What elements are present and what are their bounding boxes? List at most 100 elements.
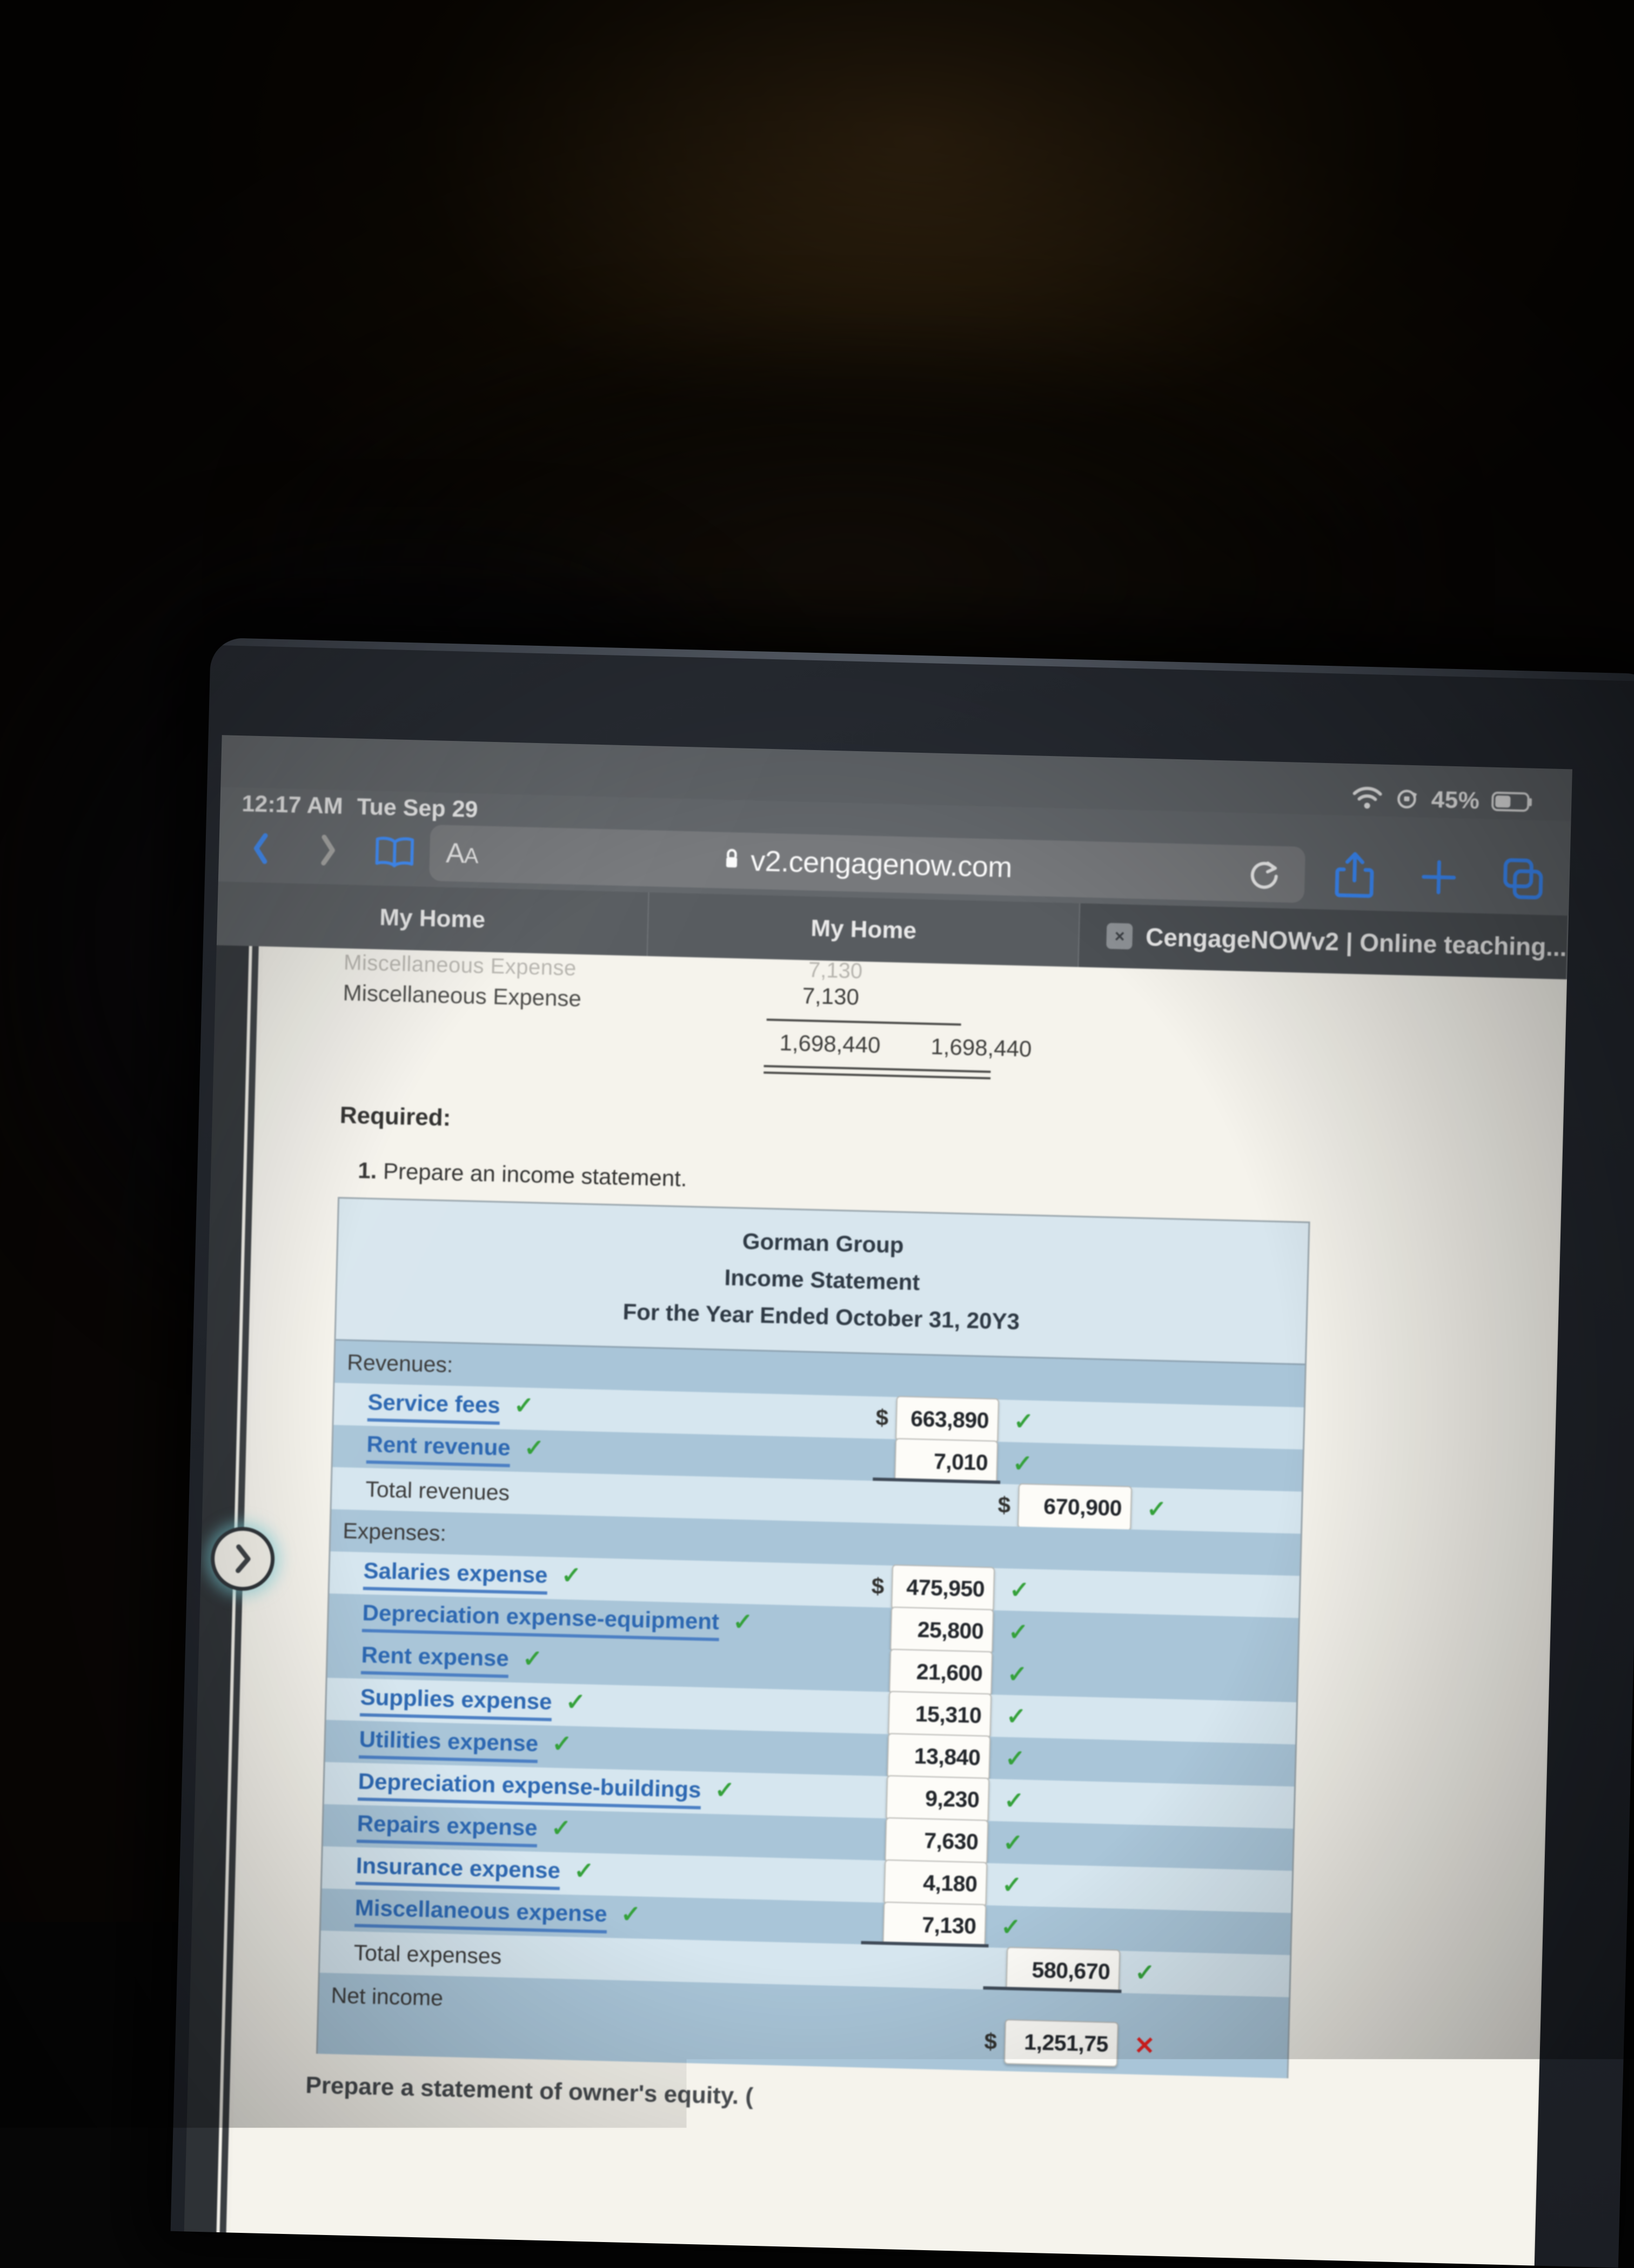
trial-balance-amount: 7,130 — [802, 983, 859, 1011]
amount-input[interactable]: 7,630 — [885, 1817, 988, 1865]
label-correct-icon: ✓ — [523, 1645, 543, 1672]
tablet-device: 45% 12:17 AM Tue Sep 29 — [171, 638, 1634, 2268]
tab-my-home-1[interactable]: My Home — [217, 881, 649, 956]
plus-icon — [1419, 857, 1459, 897]
amount-cell: $ 25,800 ✓ — [868, 1606, 1029, 1655]
amount-cell: $ 21,600 ✓ — [867, 1648, 1028, 1697]
tab-label: My Home — [811, 915, 917, 945]
clipped-amount: 7,130 — [808, 958, 862, 984]
currency-symbol: $ — [870, 1573, 885, 1600]
amount-input[interactable]: 1,251,75 — [1004, 2019, 1119, 2067]
label-correct-icon: ✓ — [551, 1815, 571, 1842]
reload-button[interactable] — [1242, 850, 1289, 898]
amount-cell: $ 670,900 ✓ — [996, 1483, 1167, 1532]
account-link-insurance-expense[interactable]: Insurance expense — [356, 1852, 561, 1890]
reload-icon — [1248, 856, 1283, 892]
text-size-button[interactable]: AA — [446, 837, 479, 869]
tab-label: My Home — [379, 904, 486, 934]
clock-date-block: 12:17 AM Tue Sep 29 — [242, 791, 478, 823]
trial-balance-total-credit: 1,698,440 — [930, 1034, 1032, 1062]
lock-icon — [722, 847, 741, 874]
battery-icon — [1491, 791, 1534, 813]
amount-cell: $ 1,251,75 ✕ — [982, 2019, 1156, 2068]
amount-cell: $ 15,310 ✓ — [866, 1690, 1027, 1739]
value-correct-icon: ✓ — [1005, 1744, 1026, 1772]
amount-input[interactable]: 21,600 — [889, 1649, 993, 1696]
new-tab-button[interactable] — [1412, 851, 1465, 904]
chevron-right-icon — [319, 834, 336, 866]
text-size-small-a: A — [464, 844, 478, 868]
next-requirement-text: Prepare a statement of owner's equity. ( — [305, 2072, 1539, 2130]
clock-time: 12:17 AM — [242, 791, 343, 820]
account-link-repairs-expense[interactable]: Repairs expense — [357, 1810, 538, 1847]
chevron-right-circle-icon — [230, 1542, 256, 1575]
value-correct-icon: ✓ — [1009, 1576, 1029, 1604]
account-link-miscellaneous-expense[interactable]: Miscellaneous expense — [354, 1895, 607, 1934]
account-link-salaries-expense[interactable]: Salaries expense — [363, 1557, 548, 1595]
amount-input[interactable]: 663,890 — [895, 1396, 999, 1443]
currency-symbol: $ — [874, 1404, 889, 1431]
currency-symbol: $ — [996, 1492, 1010, 1518]
forward-button[interactable] — [306, 827, 349, 873]
rotation-lock-icon — [1394, 786, 1419, 812]
close-icon[interactable]: × — [1107, 923, 1133, 949]
label-correct-icon: ✓ — [620, 1901, 641, 1928]
value-incorrect-icon: ✕ — [1134, 2030, 1155, 2060]
tab-label: CengageNOWv2 | Online teaching... — [1145, 922, 1567, 962]
wifi-icon — [1352, 786, 1383, 809]
clipped-row-label: Miscellaneous Expense — [344, 951, 577, 981]
account-link-depreciation-buildings[interactable]: Depreciation expense-buildings — [358, 1768, 701, 1809]
income-statement-table: Gorman Group Income Statement For the Ye… — [316, 1197, 1310, 2078]
trial-balance-fragment: Miscellaneous Expense 7,130 Miscellaneou… — [259, 956, 1566, 1119]
requirement-number: 1. — [358, 1158, 377, 1183]
amount-input[interactable]: 25,800 — [890, 1607, 994, 1654]
amount-input[interactable]: 670,900 — [1017, 1483, 1132, 1531]
url-text: v2.cengagenow.com — [750, 844, 1012, 884]
amount-input[interactable]: 13,840 — [887, 1733, 990, 1781]
tab-overview-icon — [1499, 855, 1547, 903]
clock-date: Tue Sep 29 — [357, 794, 478, 824]
value-correct-icon: ✓ — [1003, 1829, 1023, 1857]
account-link-utilities-expense[interactable]: Utilities expense — [359, 1726, 539, 1763]
tab-overview-button[interactable] — [1497, 853, 1550, 906]
account-link-rent-expense[interactable]: Rent expense — [361, 1642, 510, 1678]
amount-input[interactable]: 475,950 — [891, 1564, 995, 1612]
web-page: Miscellaneous Expense 7,130 Miscellaneou… — [184, 945, 1567, 2265]
share-button[interactable] — [1328, 848, 1381, 901]
account-link-depreciation-equipment[interactable]: Depreciation expense-equipment — [362, 1600, 720, 1641]
page-content: Miscellaneous Expense 7,130 Miscellaneou… — [231, 946, 1567, 2265]
label-correct-icon: ✓ — [561, 1562, 581, 1589]
income-statement-header: Gorman Group Income Statement For the Ye… — [336, 1199, 1308, 1365]
text-size-large-a: A — [446, 837, 465, 869]
value-correct-icon: ✓ — [1004, 1787, 1024, 1815]
book-icon — [373, 833, 417, 870]
chevron-left-icon — [252, 832, 269, 864]
photo-backdrop: 45% 12:17 AM Tue Sep 29 — [0, 0, 1634, 2179]
value-correct-icon: ✓ — [1007, 1660, 1028, 1688]
amount-input[interactable]: 9,230 — [886, 1775, 989, 1823]
amount-cell: $ 475,950 ✓ — [869, 1564, 1030, 1613]
amount-cell: $ 13,840 ✓ — [865, 1732, 1026, 1781]
double-rule-top — [764, 1065, 990, 1073]
account-link-rent-revenue[interactable]: Rent revenue — [366, 1431, 511, 1468]
section-label: Expenses: — [331, 1517, 861, 1556]
battery-percent-label: 45% — [1431, 786, 1480, 814]
tab-my-home-2[interactable]: My Home — [648, 892, 1081, 967]
trial-balance-row-label: Miscellaneous Expense — [343, 980, 581, 1012]
amount-input[interactable]: 15,310 — [888, 1691, 992, 1738]
double-rule-bottom — [764, 1072, 990, 1080]
value-correct-icon: ✓ — [1006, 1702, 1027, 1730]
tab-cengagenow[interactable]: × CengageNOWv2 | Online teaching... — [1079, 904, 1569, 980]
account-link-service-fees[interactable]: Service fees — [367, 1389, 501, 1425]
subtotal-rule — [767, 1019, 961, 1026]
amount-cell: $ 663,890 ✓ — [874, 1395, 1034, 1444]
account-link-supplies-expense[interactable]: Supplies expense — [360, 1684, 552, 1721]
label-correct-icon: ✓ — [524, 1435, 544, 1462]
total-expenses-label: Total expenses — [320, 1939, 850, 1978]
requirement-text: Prepare an income statement. — [383, 1158, 687, 1191]
back-button[interactable] — [239, 825, 282, 872]
amount-input[interactable]: 4,180 — [883, 1859, 987, 1907]
label-correct-icon: ✓ — [574, 1857, 594, 1884]
bookmarks-button[interactable] — [373, 828, 416, 875]
value-correct-icon: ✓ — [1146, 1495, 1167, 1523]
